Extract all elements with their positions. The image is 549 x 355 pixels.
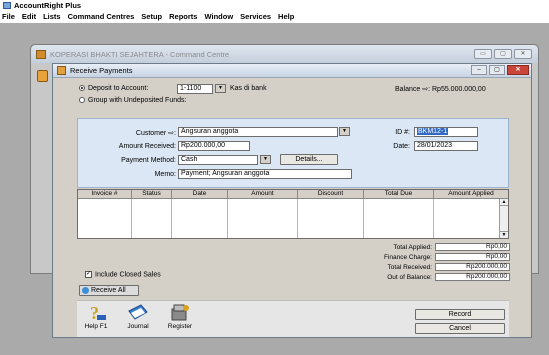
customer-panel: Customer ⇨: Angsuran anggota ▼ Amount Re… xyxy=(77,118,509,188)
id-label: ID #: xyxy=(395,129,410,136)
receive-payments-titlebar[interactable]: Receive Payments xyxy=(53,64,531,78)
menu-edit[interactable]: Edit xyxy=(22,12,36,21)
app-title: AccountRight Plus xyxy=(14,0,82,10)
amount-received-field[interactable]: Rp200.000,00 xyxy=(178,141,250,151)
total-received-label: Total Received: xyxy=(387,264,432,271)
deposit-to-account-option[interactable]: Deposit to Account: xyxy=(79,85,148,92)
amount-received-label: Amount Received: xyxy=(118,143,176,150)
menu-lists[interactable]: Lists xyxy=(43,12,61,21)
app-titlebar: AccountRight Plus xyxy=(0,0,549,10)
minimize-button[interactable]: – xyxy=(471,65,487,75)
help-icon: ? xyxy=(85,303,107,323)
id-value: BKM12-1 xyxy=(417,128,449,135)
menu-setup[interactable]: Setup xyxy=(141,12,162,21)
sales-centre-icon[interactable] xyxy=(37,70,48,82)
col-total-due[interactable]: Total Due xyxy=(364,190,434,198)
payment-method-label: Payment Method: xyxy=(121,157,176,164)
group-undeposited-option[interactable]: Group with Undeposited Funds: xyxy=(79,97,186,104)
col-amount-applied[interactable]: Amount Applied xyxy=(434,190,508,198)
include-closed-sales-label: Include Closed Sales xyxy=(95,271,161,279)
radio-selected-icon[interactable] xyxy=(79,85,85,92)
total-applied-label: Total Applied: xyxy=(393,244,432,251)
col-date[interactable]: Date xyxy=(172,190,228,198)
scroll-down-icon[interactable]: ▼ xyxy=(500,231,508,238)
deposit-label: Deposit to Account: xyxy=(88,85,149,92)
group-label: Group with Undeposited Funds: xyxy=(88,97,187,104)
mdi-workspace: KOPERASI BHAKTI SEJAHTERA - Command Cent… xyxy=(0,23,549,355)
deposit-account-field[interactable]: 1-1100 xyxy=(177,84,213,94)
receive-all-button[interactable]: Receive All xyxy=(79,285,139,296)
finance-charge-label: Finance Charge: xyxy=(383,254,432,261)
memo-field[interactable]: Payment; Angsuran anggota xyxy=(178,169,352,179)
register-icon xyxy=(169,303,191,322)
journal-tool[interactable]: Journal xyxy=(123,303,153,333)
journal-label: Journal xyxy=(127,323,149,330)
register-tool[interactable]: Register xyxy=(165,303,195,333)
app-icon xyxy=(3,1,11,9)
menu-services[interactable]: Services xyxy=(240,12,271,21)
total-applied-value: Rp0,00 xyxy=(435,243,510,251)
close-button[interactable]: ✕ xyxy=(507,65,529,75)
menu-help[interactable]: Help xyxy=(278,12,294,21)
date-label: Date: xyxy=(393,143,410,150)
help-label: Help F1 xyxy=(84,323,108,330)
memo-label: Memo: xyxy=(154,171,176,178)
command-centre-controls: ▭ ▢ ✕ xyxy=(474,49,532,59)
finance-charge-value[interactable]: Rp0,00 xyxy=(435,253,510,261)
journal-icon xyxy=(127,303,149,322)
payment-icon xyxy=(57,66,66,75)
include-closed-sales-checkbox[interactable]: ✓ Include Closed Sales xyxy=(85,271,161,278)
out-of-balance-value: Rp200.000,00 xyxy=(435,273,510,281)
receive-all-label: Receive All xyxy=(91,287,126,294)
record-button[interactable]: Record xyxy=(415,309,505,320)
date-field[interactable]: 28/01/2023 xyxy=(414,141,478,151)
menu-window[interactable]: Window xyxy=(204,12,233,21)
list-lookup-icon[interactable]: ▼ xyxy=(260,155,271,164)
receive-payments-window: Receive Payments – ▢ ✕ Deposit to Accoun… xyxy=(52,63,532,338)
col-discount[interactable]: Discount xyxy=(298,190,364,198)
col-amount[interactable]: Amount xyxy=(228,190,298,198)
invoice-grid: Invoice # Status Date Amount Discount To… xyxy=(77,189,509,239)
command-centre-titlebar[interactable]: KOPERASI BHAKTI SEJAHTERA - Command Cent… xyxy=(31,45,538,63)
receive-payments-title: Receive Payments xyxy=(70,66,133,75)
help-tool[interactable]: ? Help F1 xyxy=(81,303,111,333)
minimize-button[interactable]: ▭ xyxy=(474,49,492,59)
cancel-button[interactable]: Cancel xyxy=(415,323,505,334)
grid-header: Invoice # Status Date Amount Discount To… xyxy=(78,190,508,199)
menu-file[interactable]: File xyxy=(2,12,15,21)
total-received-value: Rp200.000,00 xyxy=(435,263,510,271)
col-invoice[interactable]: Invoice # xyxy=(78,190,132,198)
list-lookup-icon[interactable]: ▼ xyxy=(215,84,226,93)
menu-reports[interactable]: Reports xyxy=(169,12,197,21)
grid-scrollbar[interactable]: ▲ ▼ xyxy=(499,199,508,238)
deposit-account-name: Kas di bank xyxy=(230,85,267,92)
menu-bar: File Edit Lists Command Centres Setup Re… xyxy=(0,11,549,22)
radio-unselected-icon[interactable] xyxy=(79,97,85,104)
payment-method-field[interactable]: Cash xyxy=(178,155,258,165)
receive-payments-controls: – ▢ ✕ xyxy=(471,65,529,75)
register-label: Register xyxy=(167,323,193,330)
menu-command-centres[interactable]: Command Centres xyxy=(68,12,135,21)
id-field[interactable]: BKM12-1 xyxy=(414,127,478,137)
out-of-balance-label: Out of Balance: xyxy=(387,274,432,281)
details-button[interactable]: Details... xyxy=(280,154,338,165)
maximize-button[interactable]: ▢ xyxy=(489,65,505,75)
col-status[interactable]: Status xyxy=(132,190,172,198)
customer-label: Customer ⇨: xyxy=(135,130,176,137)
close-button[interactable]: ✕ xyxy=(514,49,532,59)
footer-toolbar: ? Help F1 Journal Register Record Cancel xyxy=(77,300,509,337)
maximize-button[interactable]: ▢ xyxy=(494,49,512,59)
account-balance: Balance ⇨: Rp55.000.000,00 xyxy=(395,86,486,93)
customer-field[interactable]: Angsuran anggota xyxy=(178,127,338,137)
command-centre-title: KOPERASI BHAKTI SEJAHTERA - Command Cent… xyxy=(50,49,230,59)
company-file-icon xyxy=(36,49,46,59)
checkbox-checked-icon[interactable]: ✓ xyxy=(85,271,92,278)
receive-all-icon xyxy=(82,286,89,294)
grid-rows[interactable] xyxy=(78,199,499,238)
list-lookup-icon[interactable]: ▼ xyxy=(339,127,350,136)
scroll-up-icon[interactable]: ▲ xyxy=(500,199,508,206)
